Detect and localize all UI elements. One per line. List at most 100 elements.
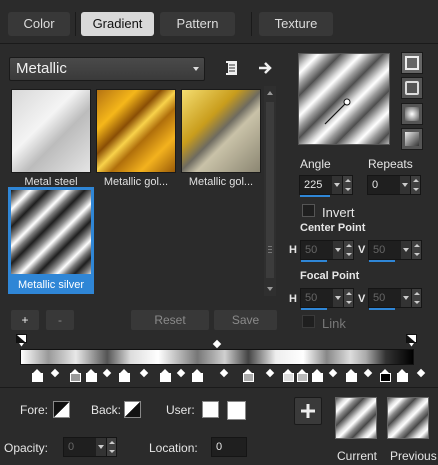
spinner-icon[interactable] [342, 176, 352, 194]
link-checkbox[interactable] [302, 315, 315, 328]
radial-style-button[interactable] [401, 128, 423, 150]
linear-style-button[interactable] [401, 52, 423, 74]
dropdown-icon[interactable] [332, 176, 342, 194]
invert-checkbox[interactable] [302, 204, 315, 217]
spinner-icon[interactable] [343, 241, 353, 259]
spinner-icon[interactable] [411, 289, 421, 307]
add-stop-button[interactable] [294, 397, 322, 425]
back-label: Back: [91, 403, 122, 417]
gradient-label-selected: Metallic silver [8, 277, 94, 294]
opacity-stop-left[interactable] [16, 334, 27, 347]
color-stop[interactable] [32, 369, 43, 382]
color-midpoint[interactable] [102, 368, 112, 378]
back-swatch[interactable] [124, 401, 141, 418]
color-stop[interactable] [160, 369, 171, 382]
opacity-midpoint[interactable] [212, 339, 222, 349]
angle-slider[interactable] [300, 195, 330, 197]
center-h-slider[interactable] [301, 260, 327, 262]
dropdown-icon[interactable] [333, 289, 343, 307]
color-stop[interactable] [380, 369, 391, 382]
spinner-icon[interactable] [106, 438, 116, 456]
tab-bar-divider [0, 43, 438, 44]
dropdown-icon[interactable] [401, 241, 411, 259]
color-midpoint[interactable] [219, 368, 229, 378]
scroll-thumb[interactable] [266, 102, 274, 278]
opacity-stop-right[interactable] [406, 334, 417, 347]
spinner-icon[interactable] [411, 241, 421, 259]
location-input[interactable]: 0 [211, 437, 247, 457]
add-gradient-button[interactable]: + [11, 310, 39, 330]
sunburst-style-button[interactable] [401, 103, 423, 125]
focal-v-slider[interactable] [369, 308, 395, 310]
color-stop-swatch [86, 373, 97, 382]
dropdown-icon[interactable] [96, 438, 106, 456]
gradient-tile-metallic-gold-2[interactable]: Metallic gol... [181, 89, 261, 188]
tab-gradient[interactable]: Gradient [81, 12, 154, 36]
user-swatch-2[interactable] [227, 401, 246, 420]
opacity-value: 0 [68, 441, 75, 453]
dropdown-icon[interactable] [333, 241, 343, 259]
center-v-input[interactable]: 50 [368, 240, 422, 262]
color-stop[interactable] [312, 369, 323, 382]
gradient-preview[interactable] [298, 53, 390, 145]
user-swatch-1[interactable] [202, 401, 219, 418]
color-stop[interactable] [119, 369, 130, 382]
remove-gradient-button[interactable]: - [46, 310, 74, 330]
focal-point-label: Focal Point [300, 270, 360, 282]
fore-swatch[interactable] [53, 401, 70, 418]
focal-h-input[interactable]: 50 [300, 288, 354, 310]
gradient-tile-metallic-gold-1[interactable]: Metallic gol... [96, 89, 176, 188]
tab-color[interactable]: Color [8, 12, 70, 36]
angle-handle-icon[interactable] [299, 54, 391, 146]
arrow-right-icon[interactable] [256, 59, 274, 77]
reset-button[interactable]: Reset [131, 310, 209, 330]
save-button[interactable]: Save [214, 310, 277, 330]
color-stop[interactable] [297, 369, 308, 382]
color-midpoint[interactable] [328, 368, 338, 378]
rectangular-style-button[interactable] [401, 77, 423, 99]
gradient-tile-metal-steel[interactable]: Metal steel [11, 89, 91, 188]
angle-input[interactable]: 225 [299, 175, 353, 197]
focal-h-label: H [289, 293, 297, 305]
opacity-input[interactable]: 0 [63, 437, 117, 457]
focal-v-label: V [358, 293, 366, 305]
category-dropdown[interactable]: Metallic [9, 57, 205, 81]
color-stop-swatch [243, 373, 254, 382]
color-midpoint[interactable] [139, 368, 149, 378]
library-icon[interactable] [222, 59, 240, 77]
grip-icon [268, 249, 272, 250]
spinner-icon[interactable] [410, 176, 420, 194]
color-stop[interactable] [346, 369, 357, 382]
invert-label: Invert [322, 205, 355, 220]
color-stop[interactable] [70, 369, 81, 382]
tab-pattern[interactable]: Pattern [160, 12, 235, 36]
center-v-slider[interactable] [369, 260, 395, 262]
color-midpoint[interactable] [50, 368, 60, 378]
color-midpoint[interactable] [416, 368, 426, 378]
gradient-bar[interactable] [20, 349, 414, 365]
color-stop[interactable] [192, 369, 203, 382]
link-label: Link [322, 316, 346, 331]
scroll-down-icon[interactable] [267, 287, 273, 291]
spinner-icon[interactable] [343, 289, 353, 307]
color-midpoint[interactable] [363, 368, 373, 378]
color-midpoint[interactable] [176, 368, 186, 378]
repeats-input[interactable]: 0 [367, 175, 421, 195]
color-stop[interactable] [243, 369, 254, 382]
rectangular-style-icon [405, 81, 419, 95]
repeats-value: 0 [372, 179, 379, 191]
color-stop[interactable] [283, 369, 294, 382]
gradient-list-scrollbar[interactable] [264, 86, 276, 296]
center-h-input[interactable]: 50 [300, 240, 354, 262]
previous-gradient-swatch[interactable] [387, 397, 429, 439]
scroll-up-icon[interactable] [267, 91, 273, 95]
focal-h-slider[interactable] [301, 308, 327, 310]
dropdown-icon[interactable] [400, 176, 410, 194]
color-midpoint[interactable] [265, 368, 275, 378]
tab-texture[interactable]: Texture [259, 12, 333, 36]
color-stop[interactable] [86, 369, 97, 382]
gradient-tile-metallic-silver[interactable] [8, 187, 94, 277]
dropdown-icon[interactable] [401, 289, 411, 307]
color-stop[interactable] [397, 369, 408, 382]
focal-v-input[interactable]: 50 [368, 288, 422, 310]
